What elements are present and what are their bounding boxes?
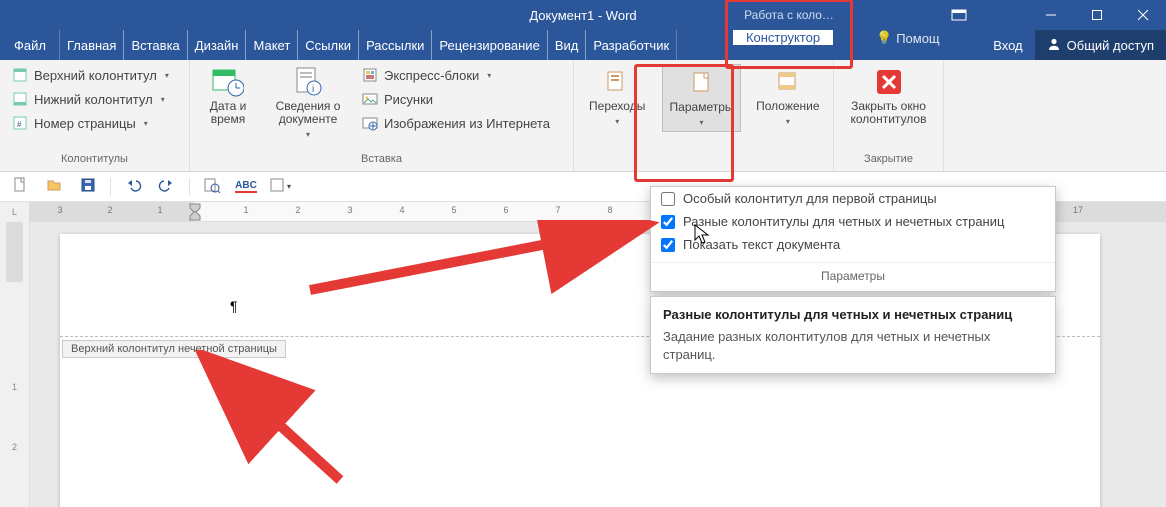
print-preview-button[interactable] <box>200 175 224 199</box>
page-number-dropdown[interactable]: # Номер страницы▾ <box>8 112 173 134</box>
minimize-button[interactable] <box>1028 0 1074 30</box>
close-x-icon <box>873 66 905 98</box>
lightbulb-icon: 💡 <box>876 30 892 46</box>
save-button[interactable] <box>76 175 100 199</box>
vertical-ruler[interactable]: 1 1 2 <box>0 222 30 507</box>
indent-hanging-marker[interactable] <box>188 211 202 222</box>
position-icon <box>772 66 804 98</box>
checkbox-show-document-text[interactable] <box>661 238 675 252</box>
sign-in-button[interactable]: Вход <box>981 38 1034 53</box>
ribbon-display-options-button[interactable] <box>936 0 982 30</box>
ribbon-tabs: Файл Главная Вставка Дизайн Макет Ссылки… <box>0 30 1166 60</box>
checkbox-different-odd-even[interactable] <box>661 215 675 229</box>
date-time-button[interactable]: Дата и время <box>198 64 258 128</box>
save-icon <box>80 177 96 196</box>
options-dropdown[interactable]: Параметры▾ <box>662 64 740 132</box>
undo-button[interactable] <box>121 175 145 199</box>
header-tag-label: Верхний колонтитул нечетной страницы <box>62 340 286 358</box>
group-label-insert: Вставка <box>198 153 565 169</box>
new-doc-icon <box>12 177 28 196</box>
tab-developer[interactable]: Разработчик <box>585 30 677 60</box>
redo-button[interactable] <box>155 175 179 199</box>
svg-text:#: # <box>17 120 22 129</box>
online-pictures-icon <box>362 115 378 131</box>
zoom-dropdown[interactable]: ▾ <box>268 175 292 199</box>
quick-parts-icon <box>362 67 378 83</box>
quick-parts-dropdown[interactable]: Экспресс-блоки▾ <box>358 64 554 86</box>
folder-open-icon <box>46 177 62 196</box>
document-info-dropdown[interactable]: i Сведения о документе▾ <box>268 64 348 143</box>
person-icon <box>1047 37 1061 54</box>
footer-icon <box>12 91 28 107</box>
title-bar: Документ1 - Word Работа с коло… <box>0 0 1166 30</box>
calendar-clock-icon <box>212 66 244 98</box>
tab-view[interactable]: Вид <box>547 30 587 60</box>
contextual-tab-title: Работа с коло… <box>730 0 848 30</box>
ruler-corner: L <box>0 202 30 222</box>
tell-me-help[interactable]: 💡 Помощ <box>876 30 940 46</box>
chevron-down-icon: ▾ <box>287 182 291 191</box>
pictures-icon <box>362 91 378 107</box>
page-number-icon: # <box>12 115 28 131</box>
share-button[interactable]: Общий доступ <box>1035 30 1166 60</box>
pictures-button[interactable]: Рисунки <box>358 88 554 110</box>
header-dropdown[interactable]: Верхний колонтитул▾ <box>8 64 173 86</box>
close-header-footer-button[interactable]: Закрыть окно колонтитулов <box>842 64 935 128</box>
options-doc-icon <box>686 67 718 99</box>
tab-mailings[interactable]: Рассылки <box>358 30 432 60</box>
tab-layout[interactable]: Макет <box>245 30 298 60</box>
chevron-down-icon: ▾ <box>161 95 165 104</box>
maximize-button[interactable] <box>1074 0 1120 30</box>
pilcrow-mark: ¶ <box>230 298 238 314</box>
print-preview-icon <box>203 177 221 196</box>
ribbon: Верхний колонтитул▾ Нижний колонтитул▾ #… <box>0 60 1166 172</box>
tab-insert[interactable]: Вставка <box>123 30 187 60</box>
chevron-down-icon: ▾ <box>615 115 619 128</box>
tab-design[interactable]: Дизайн <box>187 30 247 60</box>
undo-icon <box>124 177 142 196</box>
options-popup: Особый колонтитул для первой страницы Ра… <box>650 186 1056 292</box>
open-button[interactable] <box>42 175 66 199</box>
online-pictures-button[interactable]: Изображения из Интернета <box>358 112 554 134</box>
footer-dropdown[interactable]: Нижний колонтитул▾ <box>8 88 173 110</box>
file-tab[interactable]: Файл <box>0 30 60 60</box>
navigation-icon <box>601 66 633 98</box>
chevron-down-icon: ▾ <box>786 115 790 128</box>
chevron-down-icon: ▾ <box>700 116 704 129</box>
tab-home[interactable]: Главная <box>59 30 124 60</box>
tab-designer-active[interactable]: Конструктор <box>733 30 833 45</box>
group-label-close: Закрытие <box>842 153 935 169</box>
chevron-down-icon: ▾ <box>487 71 491 80</box>
popup-heading: Параметры <box>651 262 1055 291</box>
header-icon <box>12 67 28 83</box>
zoom-dropdown-icon <box>269 177 285 196</box>
spelling-button[interactable]: ABC <box>234 175 258 199</box>
tooltip-different-odd-even: Разные колонтитулы для четных и нечетных… <box>650 296 1056 374</box>
group-label-headers-footers: Колонтитулы <box>8 153 181 169</box>
option-different-first-page[interactable]: Особый колонтитул для первой страницы <box>651 187 1055 210</box>
chevron-down-icon: ▾ <box>165 71 169 80</box>
position-dropdown[interactable]: Положение▾ <box>751 64 825 130</box>
window-title: Документ1 - Word <box>529 8 636 23</box>
spelling-abc-icon: ABC <box>235 180 257 193</box>
tab-references[interactable]: Ссылки <box>297 30 359 60</box>
navigation-dropdown[interactable]: Переходы▾ <box>582 64 652 130</box>
chevron-down-icon: ▾ <box>144 119 148 128</box>
option-show-document-text[interactable]: Показать текст документа <box>651 233 1055 256</box>
chevron-down-icon: ▾ <box>306 128 310 141</box>
document-info-icon: i <box>292 66 324 98</box>
svg-text:i: i <box>312 84 314 95</box>
option-different-odd-even[interactable]: Разные колонтитулы для четных и нечетных… <box>651 210 1055 233</box>
new-doc-button[interactable] <box>8 175 32 199</box>
checkbox-different-first-page[interactable] <box>661 192 675 206</box>
tab-review[interactable]: Рецензирование <box>431 30 547 60</box>
redo-icon <box>158 177 176 196</box>
close-window-button[interactable] <box>1120 0 1166 30</box>
